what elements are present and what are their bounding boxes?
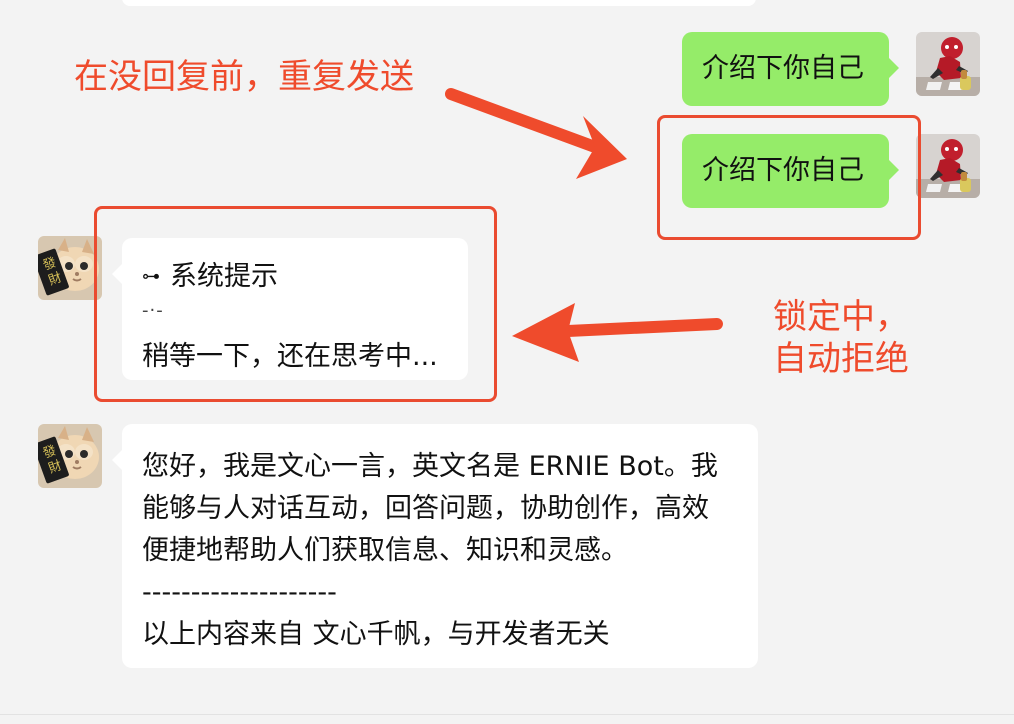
arrow-to-rejection-message (512, 303, 723, 362)
bot-reply-footer: 以上内容来自 文心千帆，与开发者无关 (142, 619, 610, 650)
spiderman-figure-avatar-icon (916, 32, 980, 96)
user-message-text: 介绍下你自己 (702, 53, 864, 84)
cat-avatar-icon: 發 財 (38, 236, 102, 300)
cat-avatar-icon: 發 財 (38, 424, 102, 488)
annotation-locked: 锁定中， 自动拒绝 (773, 297, 909, 379)
bot-reply-bubble[interactable]: 您好，我是文心一言，英文名是 ERNIE Bot。我 能够与人对话互动，回答问题… (112, 424, 758, 668)
previous-message-bubble (122, 0, 756, 6)
spiderman-figure-avatar-icon (916, 134, 980, 198)
bot-avatar[interactable]: 發 財 (38, 424, 102, 488)
bot-reply-divider: -------------------- (142, 577, 337, 608)
user-avatar[interactable] (916, 32, 980, 96)
user-avatar[interactable] (916, 134, 980, 198)
bot-reply-line: 能够与人对话互动，回答问题，协助创作，高效 (142, 493, 709, 524)
chat-bottom-divider (0, 714, 1014, 715)
user-message-bubble[interactable]: 介绍下你自己 (682, 32, 899, 106)
duplicate-message-highlight (657, 115, 921, 240)
rejection-highlight (94, 206, 497, 402)
arrow-to-duplicate-message (445, 88, 627, 179)
bot-reply-line: 便捷地帮助人们获取信息、知识和灵感。 (142, 535, 628, 566)
annotation-repeat-send: 在没回复前，重复发送 (74, 57, 414, 97)
chat-window: 在没回复前，重复发送 锁定中， 自动拒绝 介绍下你自己 介绍下你自己 發 財 ⊶… (0, 0, 1014, 724)
bot-reply-line: 您好，我是文心一言，英文名是 ERNIE Bot。我 (142, 451, 718, 482)
bot-avatar[interactable]: 發 財 (38, 236, 102, 300)
